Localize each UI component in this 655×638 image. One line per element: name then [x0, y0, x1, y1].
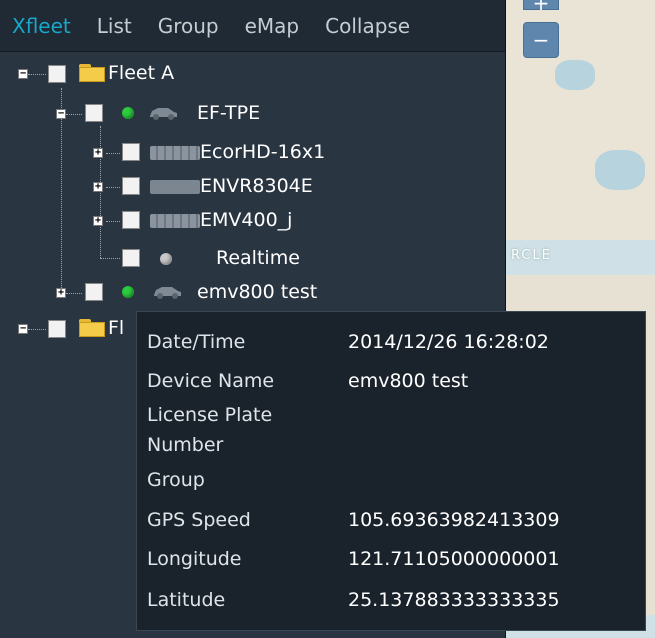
- tree-node-ef-tpe[interactable]: EF-TPE: [197, 102, 260, 124]
- license-plate-label-line2: Number: [147, 434, 224, 456]
- datetime-label: Date/Time: [147, 331, 246, 353]
- realtime-checkbox[interactable]: [122, 249, 140, 267]
- device-name-value: emv800 test: [348, 370, 469, 392]
- expand-ecorhd-toggle[interactable]: +: [93, 148, 103, 158]
- tree-line: [106, 221, 120, 222]
- tree-node-emv800[interactable]: emv800 test: [197, 281, 317, 303]
- collapse-fleet-a-toggle[interactable]: −: [18, 69, 28, 79]
- online-status-icon: [122, 107, 134, 119]
- tree-node-fleet-b[interactable]: Fl: [108, 317, 124, 339]
- tab-list[interactable]: List: [97, 14, 132, 38]
- tree-line: [28, 329, 46, 330]
- collapse-ef-tpe-toggle[interactable]: −: [56, 109, 66, 119]
- map-label-arctic-circle: RCLE: [511, 248, 552, 263]
- envr-checkbox[interactable]: [122, 177, 140, 195]
- tree-node-envr[interactable]: ENVR8304E: [200, 175, 313, 197]
- collapse-fleet-b-toggle[interactable]: −: [18, 324, 28, 334]
- gps-speed-value: 105.69363982413309: [348, 509, 560, 531]
- fleet-b-checkbox[interactable]: [48, 320, 66, 338]
- ef-tpe-checkbox[interactable]: [85, 104, 103, 122]
- nvr-device-icon: [150, 180, 200, 194]
- latitude-label: Latitude: [147, 589, 226, 611]
- dvr-device-icon: [150, 146, 200, 160]
- car-icon: [150, 108, 177, 120]
- device-info-tooltip: Date/Time 2014/12/26 16:28:02 Device Nam…: [136, 311, 646, 631]
- zoom-in-button[interactable]: +: [523, 0, 559, 15]
- tree-line: [28, 74, 46, 75]
- group-label: Group: [147, 469, 205, 491]
- tree-line: [106, 187, 120, 188]
- license-plate-label-line1: License Plate: [147, 404, 273, 426]
- expand-emv800-toggle[interactable]: +: [56, 288, 66, 298]
- tree-line: [61, 88, 62, 296]
- ecorhd-checkbox[interactable]: [122, 143, 140, 161]
- zoom-out-button[interactable]: −: [523, 22, 559, 58]
- tree-node-ecorhd[interactable]: EcorHD-16x1: [200, 141, 325, 163]
- tree-node-realtime[interactable]: Realtime: [216, 247, 300, 269]
- device-name-label: Device Name: [147, 370, 275, 392]
- expand-emv400-toggle[interactable]: +: [93, 216, 103, 226]
- longitude-label: Longitude: [147, 548, 242, 570]
- datetime-value: 2014/12/26 16:28:02: [348, 331, 549, 353]
- tree-line: [106, 153, 120, 154]
- tree-line: [66, 293, 82, 294]
- online-status-icon: [122, 286, 134, 298]
- gps-speed-label: GPS Speed: [147, 509, 251, 531]
- offline-status-icon: [160, 253, 172, 265]
- tree-line: [100, 258, 120, 259]
- tab-xfleet[interactable]: Xfleet: [12, 14, 71, 38]
- expand-envr-toggle[interactable]: +: [93, 182, 103, 192]
- mobile-dvr-device-icon: [150, 214, 200, 228]
- tab-collapse[interactable]: Collapse: [325, 14, 410, 38]
- tree-line: [100, 126, 101, 258]
- car-icon: [154, 287, 181, 299]
- emv400-checkbox[interactable]: [122, 211, 140, 229]
- map-water: [555, 60, 595, 90]
- folder-icon: [79, 64, 105, 82]
- longitude-value: 121.71105000000001: [348, 548, 560, 570]
- folder-icon: [79, 319, 105, 337]
- tab-group[interactable]: Group: [158, 14, 219, 38]
- tree-node-fleet-a[interactable]: Fleet A: [108, 62, 174, 84]
- emv800-checkbox[interactable]: [85, 283, 103, 301]
- fleet-a-checkbox[interactable]: [48, 65, 66, 83]
- latitude-value: 25.137883333333335: [348, 589, 560, 611]
- panel-tabs: Xfleet List Group eMap Collapse: [0, 0, 505, 52]
- tree-line: [66, 114, 82, 115]
- map-water: [595, 150, 645, 190]
- tab-emap[interactable]: eMap: [245, 14, 300, 38]
- tree-node-emv400[interactable]: EMV400_j: [200, 209, 292, 231]
